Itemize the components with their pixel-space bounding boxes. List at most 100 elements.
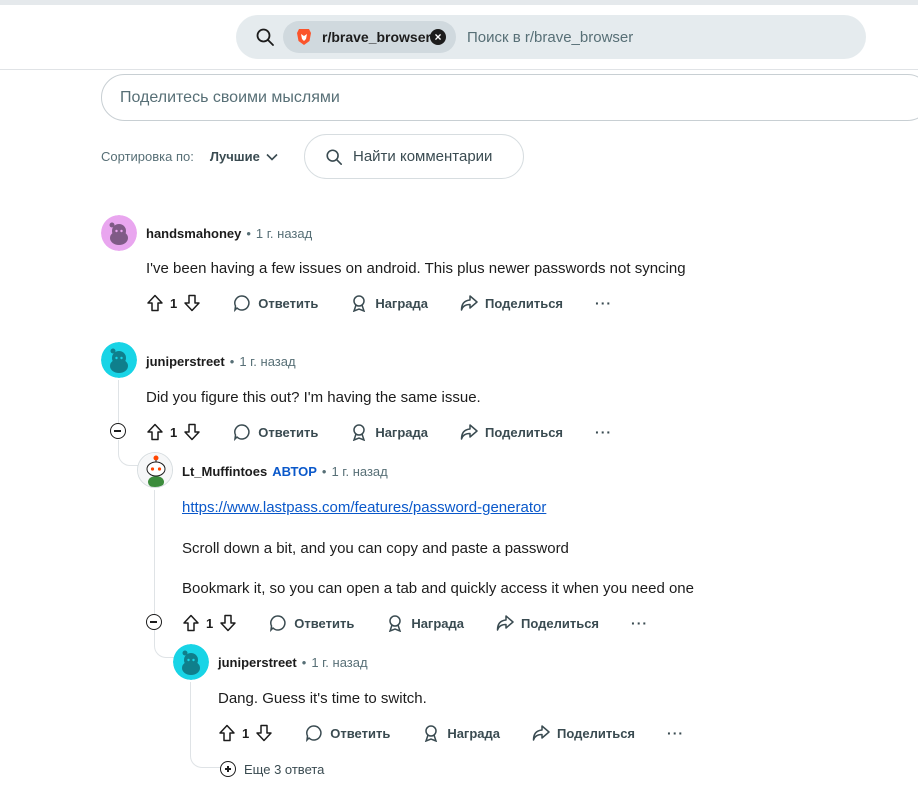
reply-button[interactable]: Ответить	[305, 724, 390, 742]
comment-author[interactable]: Lt_Muffintoes	[182, 464, 267, 479]
avatar[interactable]	[137, 452, 173, 488]
comment-meta: handsmahoney • 1 г. назад	[146, 226, 312, 241]
comment-body: Dang. Guess it's time to switch.	[218, 690, 427, 707]
downvote-icon[interactable]	[183, 294, 201, 312]
upvote-icon[interactable]	[182, 614, 200, 632]
share-label: Поделиться	[557, 725, 636, 741]
share-button[interactable]: Поделиться	[460, 294, 563, 312]
separator-dot: •	[301, 655, 307, 670]
award-button[interactable]: Награда	[386, 614, 464, 632]
downvote-icon[interactable]	[255, 724, 273, 742]
comment-author[interactable]: juniperstreet	[146, 354, 225, 369]
award-icon	[353, 295, 366, 312]
vote-count: 1	[242, 725, 250, 741]
reply-button[interactable]: Ответить	[233, 423, 318, 441]
upvote-icon[interactable]	[218, 724, 236, 742]
comment-author[interactable]: juniperstreet	[218, 655, 297, 670]
more-options-icon[interactable]: ···	[631, 615, 648, 631]
thread-line	[190, 682, 191, 740]
clear-community-icon[interactable]: ×	[430, 29, 446, 45]
share-icon	[496, 615, 514, 631]
reply-button[interactable]: Ответить	[233, 294, 318, 312]
chevron-down-icon	[266, 153, 278, 161]
vote-controls: 1	[218, 724, 273, 742]
comment-actions: 1 Ответить Награда Поделиться ···	[146, 420, 612, 444]
award-button[interactable]: Награда	[350, 294, 428, 312]
vote-count: 1	[170, 295, 178, 311]
share-button[interactable]: Поделиться	[496, 614, 599, 632]
snoo-avatar-icon	[173, 644, 209, 680]
comment-body-link: https://www.lastpass.com/features/passwo…	[182, 499, 546, 516]
thread-branch	[118, 440, 138, 466]
reply-label: Ответить	[330, 725, 391, 741]
more-options-icon[interactable]: ···	[595, 295, 612, 311]
award-button[interactable]: Награда	[350, 423, 428, 441]
award-button[interactable]: Награда	[422, 724, 500, 742]
award-label: Награда	[375, 424, 428, 440]
comment-actions: 1 Ответить Награда Поделиться ···	[146, 291, 612, 315]
share-icon	[532, 725, 550, 741]
find-comments-label: Найти комментарии	[353, 148, 493, 165]
sort-dropdown[interactable]: Лучшие	[210, 149, 278, 164]
more-replies-label: Еще 3 ответа	[244, 761, 325, 777]
comment-time[interactable]: 1 г. назад	[239, 354, 295, 369]
password-generator-link[interactable]: https://www.lastpass.com/features/passwo…	[182, 499, 546, 516]
collapse-thread-icon[interactable]	[146, 614, 162, 630]
collapse-thread-icon[interactable]	[110, 423, 126, 439]
comment-time[interactable]: 1 г. назад	[256, 226, 312, 241]
award-label: Награда	[375, 295, 428, 311]
downvote-icon[interactable]	[183, 423, 201, 441]
vote-controls: 1	[146, 294, 201, 312]
expand-plus-icon	[220, 761, 236, 777]
thread-line	[154, 490, 155, 616]
downvote-icon[interactable]	[219, 614, 237, 632]
speech-bubble-icon	[234, 295, 250, 312]
comment-time[interactable]: 1 г. назад	[311, 655, 367, 670]
avatar[interactable]	[173, 644, 209, 680]
sort-label: Сортировка по:	[101, 149, 194, 164]
thread-line	[118, 380, 119, 425]
comment-author[interactable]: handsmahoney	[146, 226, 241, 241]
search-icon	[326, 148, 343, 165]
share-button[interactable]: Поделиться	[532, 724, 635, 742]
more-options-icon[interactable]: ···	[667, 725, 684, 741]
more-replies-button[interactable]: Еще 3 ответа	[220, 761, 324, 777]
find-comments-button[interactable]: Найти комментарии	[304, 134, 524, 179]
comment-actions: 1 Ответить Награда Поделиться ···	[182, 611, 648, 635]
award-label: Награда	[411, 615, 464, 631]
vote-count: 1	[170, 424, 178, 440]
search-input[interactable]: Поиск в r/brave_browser	[467, 29, 633, 46]
speech-bubble-icon	[234, 424, 250, 441]
reply-label: Ответить	[258, 424, 319, 440]
share-label: Поделиться	[521, 615, 600, 631]
comment-meta: juniperstreet • 1 г. назад	[218, 655, 368, 670]
upvote-icon[interactable]	[146, 294, 164, 312]
avatar[interactable]	[101, 215, 137, 251]
search-bar[interactable]: r/brave_browser × Поиск в r/brave_browse…	[236, 15, 866, 59]
upvote-icon[interactable]	[146, 423, 164, 441]
community-chip[interactable]: r/brave_browser ×	[283, 21, 456, 53]
reply-label: Ответить	[294, 615, 355, 631]
share-icon	[460, 424, 478, 440]
comment-meta: juniperstreet • 1 г. назад	[146, 354, 296, 369]
avatar[interactable]	[101, 342, 137, 378]
separator-dot: •	[246, 226, 251, 241]
reply-label: Ответить	[258, 295, 319, 311]
speech-bubble-icon	[270, 615, 286, 632]
comment-time[interactable]: 1 г. назад	[331, 464, 387, 479]
more-options-icon[interactable]: ···	[595, 424, 612, 440]
snoo-avatar-icon	[101, 215, 137, 251]
sort-bar: Сортировка по: Лучшие Найти комментарии	[101, 134, 524, 179]
thread-branch	[190, 740, 220, 768]
brave-lion-icon	[297, 29, 311, 45]
reply-button[interactable]: Ответить	[269, 614, 354, 632]
vote-controls: 1	[146, 423, 201, 441]
award-icon	[425, 725, 438, 742]
share-label: Поделиться	[485, 295, 564, 311]
speech-bubble-icon	[306, 725, 322, 742]
share-button[interactable]: Поделиться	[460, 423, 563, 441]
comment-body: Scroll down a bit, and you can copy and …	[182, 540, 569, 557]
comment-composer[interactable]: Поделитесь своими мыслями	[101, 74, 918, 121]
award-icon	[389, 615, 402, 632]
community-chip-label: r/brave_browser	[322, 29, 431, 45]
